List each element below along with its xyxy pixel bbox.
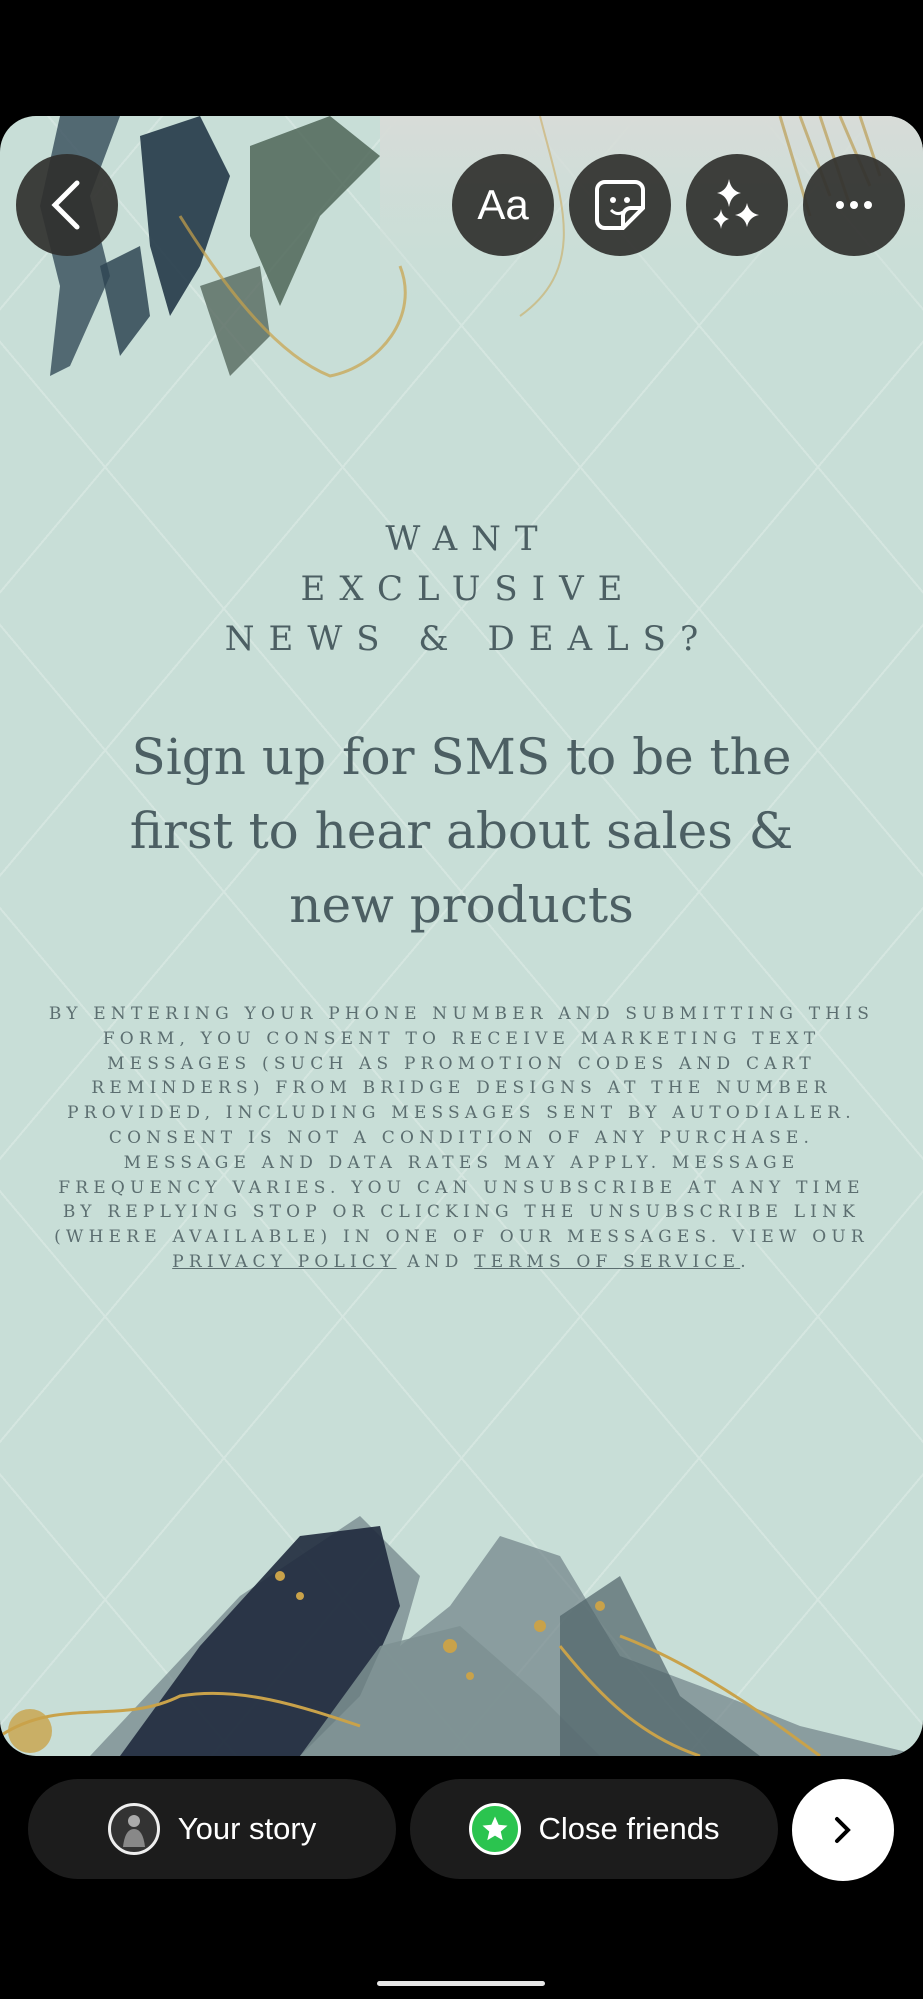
home-indicator[interactable] — [377, 1981, 545, 1986]
story-canvas[interactable]: Aa WANT EXCLUSIVE NEWS & DEALS? Sign up … — [0, 116, 923, 1756]
heading-line: NEWS & DEALS? — [224, 619, 713, 659]
more-button[interactable] — [803, 154, 905, 256]
your-story-button[interactable]: Your story — [28, 1779, 396, 1879]
sticker-button[interactable] — [569, 154, 671, 256]
sparkles-icon — [713, 179, 759, 229]
story-heading: WANT EXCLUSIVE NEWS & DEALS? — [0, 514, 923, 664]
privacy-policy-link[interactable]: Privacy Policy — [172, 1252, 396, 1272]
legal-and: and — [407, 1251, 464, 1272]
next-button[interactable] — [792, 1779, 894, 1881]
chevron-right-icon — [835, 1817, 851, 1843]
watercolor-mountains-bottom — [0, 1516, 923, 1756]
avatar — [107, 1803, 160, 1855]
heading-line: EXCLUSIVE — [300, 569, 637, 609]
text-tool-button[interactable]: Aa — [452, 154, 554, 256]
watercolor-leaves-top — [40, 116, 923, 378]
more-dots-icon — [836, 201, 872, 209]
close-friends-label: Close friends — [538, 1811, 720, 1846]
close-friends-button[interactable]: Close friends — [410, 1779, 778, 1879]
heading-line: WANT — [385, 519, 552, 559]
star-icon — [468, 1803, 521, 1855]
terms-of-service-link[interactable]: Terms of Service — [474, 1252, 740, 1272]
sticker-icon — [595, 180, 645, 230]
back-button[interactable] — [16, 154, 118, 256]
story-subheading: Sign up for SMS to be the first to hear … — [129, 728, 794, 934]
text-tool-label: Aa — [477, 181, 529, 228]
legal-disclaimer: By entering your phone number and submit… — [40, 1002, 883, 1275]
legal-period: . — [740, 1251, 751, 1272]
your-story-label: Your story — [177, 1811, 317, 1846]
legal-text: By entering your phone number and submit… — [48, 1004, 875, 1248]
effects-button[interactable] — [686, 154, 788, 256]
chevron-left-icon — [51, 180, 80, 230]
